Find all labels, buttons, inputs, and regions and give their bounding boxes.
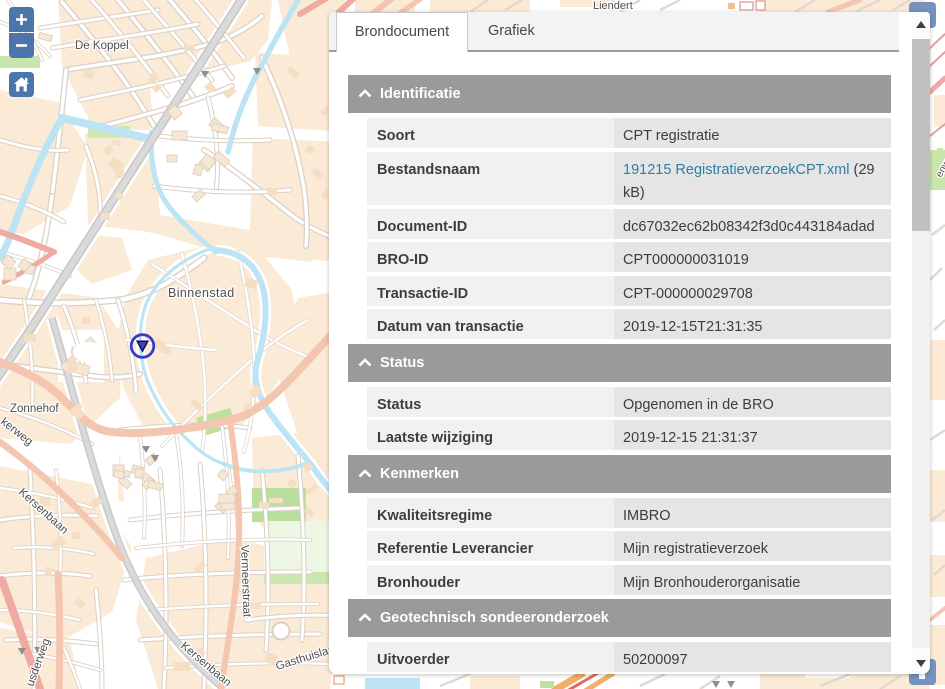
svg-text:Vermeerstraat: Vermeerstraat <box>238 545 253 618</box>
svg-text:De Koppel: De Koppel <box>75 40 129 52</box>
svg-text:Liendert: Liendert <box>593 0 633 12</box>
svg-text:Zonnehof: Zonnehof <box>10 403 59 415</box>
svg-text:Binnenstad: Binnenstad <box>168 286 235 300</box>
